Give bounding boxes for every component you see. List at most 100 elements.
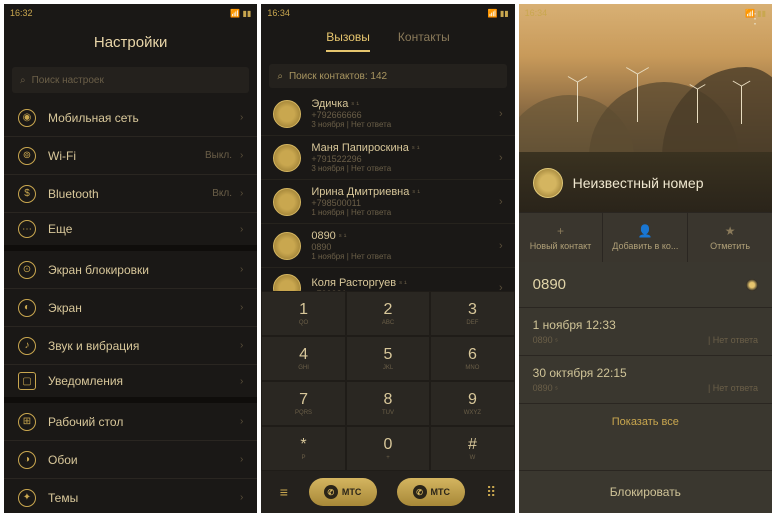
call-log-item[interactable]: Эдичка ˢ ¹+7926666663 ноября | Нет ответ…: [261, 92, 514, 136]
setting-icon: ⊙: [18, 261, 36, 279]
setting-icon: $: [18, 185, 36, 203]
status-icons: 📶 ▮▮: [488, 9, 509, 18]
dialpad-key-3[interactable]: 3DEF: [430, 291, 514, 336]
history-number: 0890 ˢ: [533, 335, 558, 345]
settings-item[interactable]: ⊞Рабочий стол›: [4, 403, 257, 441]
setting-icon: ◑: [18, 451, 36, 469]
tab-calls[interactable]: Вызовы: [326, 30, 370, 52]
dialpad-key-1[interactable]: 1QO: [261, 291, 345, 336]
page-title: Настройки: [4, 22, 257, 61]
call-log-item[interactable]: Маня Папироскина ˢ ¹+7915222963 ноября |…: [261, 136, 514, 180]
avatar: [273, 100, 301, 128]
history-item[interactable]: 1 ноября 12:33 0890 ˢ | Нет ответа: [519, 308, 772, 356]
action-icon: 👤: [638, 224, 653, 238]
number-row[interactable]: 0890: [519, 262, 772, 308]
history-date: 1 ноября 12:33: [533, 318, 758, 332]
chevron-right-icon[interactable]: ›: [499, 152, 503, 164]
setting-label: Рабочий стол: [48, 415, 240, 429]
setting-label: Bluetooth: [48, 187, 212, 201]
chevron-right-icon[interactable]: ›: [499, 282, 503, 291]
chevron-right-icon: ›: [240, 188, 243, 199]
settings-list: ◉Мобильная сеть›⊚Wi-FiВыкл.› $ BluetoothВк…: [4, 99, 257, 513]
settings-item[interactable]: ⊚Wi-FiВыкл.›: [4, 137, 257, 175]
call-info-screen: 16:34 📶 ▮▮ ⋮ Неизвестный номер +Новый ко…: [519, 4, 772, 513]
history-status: | Нет ответа: [708, 335, 758, 345]
setting-value: Вкл.: [212, 188, 232, 199]
settings-item[interactable]: ♪Звук и вибрация›: [4, 327, 257, 365]
chevron-right-icon[interactable]: ›: [499, 108, 503, 120]
avatar: [273, 144, 301, 172]
tabs: Вызовы Контакты: [261, 22, 514, 60]
call-number: 0890: [311, 242, 489, 252]
call-number: +798500011: [311, 198, 489, 208]
action-button[interactable]: 👤Добавить в ко...: [603, 213, 688, 262]
settings-item[interactable]: ◑Обои›: [4, 441, 257, 479]
dialpad-key-9[interactable]: 9WXYZ: [430, 381, 514, 426]
contact-hero: ⋮ Неизвестный номер: [519, 4, 772, 212]
settings-item[interactable]: ⊙Экран блокировки›: [4, 251, 257, 289]
dialpad-key-6[interactable]: 6MNO: [430, 336, 514, 381]
action-button[interactable]: +Новый контакт: [519, 213, 604, 262]
dialpad-key-0[interactable]: 0+: [346, 426, 430, 471]
dialpad-key-2[interactable]: 2ABC: [346, 291, 430, 336]
chevron-right-icon: ›: [240, 376, 243, 387]
search-value: Поиск контактов: 142: [289, 71, 387, 82]
action-button[interactable]: ★Отметить: [688, 213, 772, 262]
call-sim1-button[interactable]: ✆МТС: [309, 478, 377, 506]
menu-icon[interactable]: ≡: [280, 484, 288, 500]
dialpad: 1QO2ABC3DEF 4GHI5JKL6MNO 7PQRS8TUV9WXYZ *P0…: [261, 291, 514, 471]
call-log-item[interactable]: Коля Расторгуев ˢ ¹+799981›: [261, 268, 514, 291]
dialpad-key-#[interactable]: #W: [430, 426, 514, 471]
chevron-right-icon: ›: [240, 224, 243, 235]
settings-item[interactable]: ◐Экран›: [4, 289, 257, 327]
call-name: 0890 ˢ ¹: [311, 230, 489, 242]
keypad-toggle-icon[interactable]: ⠿: [486, 484, 496, 501]
chevron-right-icon[interactable]: ›: [499, 196, 503, 208]
status-bar: 16:34 📶 ▮▮: [261, 4, 514, 22]
setting-label: Еще: [48, 222, 240, 236]
settings-item[interactable]: ⋯ Еще›: [4, 213, 257, 251]
call-icon[interactable]: [746, 279, 758, 291]
settings-item[interactable]: ◉Мобильная сеть›: [4, 99, 257, 137]
contact-name: Неизвестный номер: [573, 175, 704, 191]
call-sim2-button[interactable]: ✆МТС: [397, 478, 465, 506]
setting-icon: ⋯: [18, 220, 36, 238]
settings-item[interactable]: $ BluetoothВкл. ›: [4, 175, 257, 213]
contact-search[interactable]: ⌕ Поиск контактов: 142: [269, 64, 506, 88]
chevron-right-icon[interactable]: ›: [499, 240, 503, 252]
chevron-right-icon: ›: [240, 416, 243, 427]
avatar: [273, 188, 301, 216]
block-button[interactable]: Блокировать: [519, 470, 772, 513]
setting-label: Экран: [48, 301, 240, 315]
turbine-icon: [637, 74, 638, 122]
dialer-screen: 16:34 📶 ▮▮ Вызовы Контакты ⌕ Поиск конта…: [261, 4, 514, 513]
call-number: +792666666: [311, 110, 489, 120]
setting-icon: ♪: [18, 337, 36, 355]
call-meta: 3 ноября | Нет ответа: [311, 164, 489, 173]
dialpad-key-4[interactable]: 4GHI: [261, 336, 345, 381]
search-placeholder: Поиск настроек: [32, 75, 104, 86]
chevron-right-icon: ›: [240, 454, 243, 465]
avatar: [273, 232, 301, 260]
settings-item[interactable]: ✦Темы›: [4, 479, 257, 513]
status-time: 16:34: [525, 8, 548, 18]
setting-icon: ◐: [18, 299, 36, 317]
settings-item[interactable]: ▢Уведомления›: [4, 365, 257, 403]
dialpad-key-7[interactable]: 7PQRS: [261, 381, 345, 426]
dialpad-key-*[interactable]: *P: [261, 426, 345, 471]
dialpad-key-5[interactable]: 5JKL: [346, 336, 430, 381]
status-time: 16:34: [267, 8, 290, 18]
dialer-bottom-bar: ≡ ✆МТС ✆МТС ⠿: [261, 471, 514, 513]
call-log-item[interactable]: Ирина Дмитриевна ˢ ¹+7985000111 ноября |…: [261, 180, 514, 224]
history-item[interactable]: 30 октября 22:150890 ˢ| Нет ответа: [519, 356, 772, 404]
show-all-button[interactable]: Показать все: [519, 404, 772, 440]
tab-contacts[interactable]: Контакты: [398, 30, 450, 52]
chevron-right-icon: ›: [240, 264, 243, 275]
dialpad-key-8[interactable]: 8TUV: [346, 381, 430, 426]
settings-search[interactable]: ⌕ Поиск настроек: [12, 67, 249, 93]
action-icon: +: [557, 224, 564, 238]
call-log-item[interactable]: 0890 ˢ ¹08901 ноября | Нет ответа›: [261, 224, 514, 268]
chevron-right-icon: ›: [240, 492, 243, 503]
chevron-right-icon: ›: [240, 112, 243, 123]
contact-identity: Неизвестный номер: [533, 168, 758, 198]
